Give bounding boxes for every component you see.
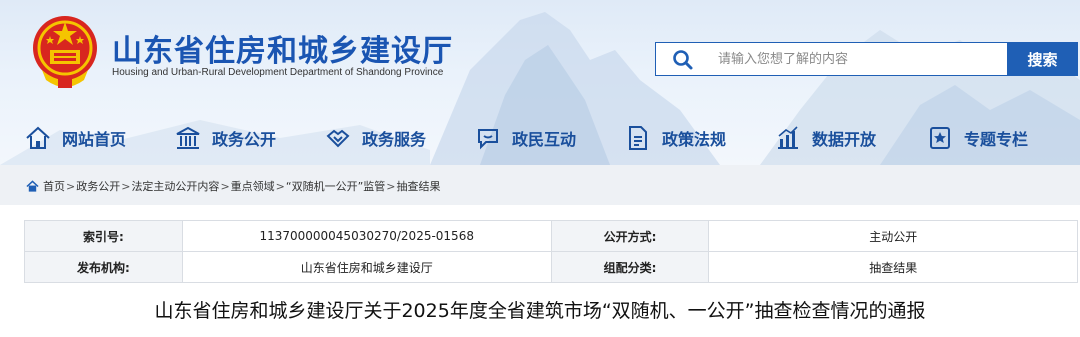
nav-item-label: 政民互动 (512, 130, 577, 149)
breadcrumb-link-results[interactable]: 抽查结果 (397, 178, 441, 194)
nav-item-policies[interactable]: 政策法规 (624, 118, 726, 158)
breadcrumb-separator: > (66, 179, 76, 193)
document-metadata-table: 索引号: 113700000045030270/2025-01568 公开方式:… (24, 220, 1078, 283)
breadcrumb-link-supervision[interactable]: “双随机一公开”监管 (286, 178, 385, 194)
breadcrumb-separator: > (220, 179, 230, 193)
site-title: 山东省住房和城乡建设厅 (112, 34, 453, 69)
category-value: 抽查结果 (708, 251, 1078, 283)
nav-item-home[interactable]: 网站首页 (24, 118, 126, 158)
national-emblem-icon (33, 16, 97, 88)
category-label: 组配分类: (550, 251, 710, 283)
breadcrumb-link-gov-affairs[interactable]: 政务公开 (76, 178, 120, 194)
disclosure-method-value: 主动公开 (708, 220, 1078, 252)
nav-item-topics[interactable]: 专题专栏 (926, 118, 1028, 158)
star-badge-icon (930, 127, 950, 149)
search-button[interactable]: 搜索 (1007, 42, 1078, 76)
home-icon (26, 179, 39, 192)
home-icon (26, 126, 50, 149)
breadcrumb-link-home[interactable]: 首页 (43, 178, 65, 194)
breadcrumb-separator: > (121, 179, 131, 193)
breadcrumb-separator: > (275, 179, 285, 193)
search-box[interactable] (655, 42, 1007, 76)
site-header: 山东省住房和城乡建设厅 Housing and Urban-Rural Deve… (0, 0, 1080, 165)
search-input[interactable] (718, 43, 998, 75)
nav-item-label: 网站首页 (62, 130, 127, 149)
nav-item-label: 政务公开 (212, 130, 277, 149)
chat-icon (478, 129, 498, 150)
nav-item-label: 政策法规 (662, 130, 727, 149)
breadcrumb-separator: > (386, 179, 396, 193)
chart-icon (778, 126, 798, 149)
breadcrumb-bar: 首页 > 政务公开 > 法定主动公开内容 > 重点领域 > “双随机一公开”监管… (0, 165, 1080, 205)
nav-item-open-data[interactable]: 数据开放 (774, 118, 876, 158)
table-row: 发布机构: 山东省住房和城乡建设厅 组配分类: 抽查结果 (24, 251, 1078, 283)
breadcrumb-link-key-areas[interactable]: 重点领域 (231, 178, 275, 194)
main-nav: 网站首页 政务公开 政务服务 政民互动 政策法规 数据开放 专题专栏 (0, 118, 1080, 158)
nav-item-gov-affairs[interactable]: 政务公开 (174, 118, 276, 158)
nav-item-label: 政务服务 (362, 130, 427, 149)
nav-item-interaction[interactable]: 政民互动 (474, 118, 576, 158)
building-icon (176, 126, 200, 149)
publisher-label: 发布机构: (24, 251, 183, 283)
index-number-value: 113700000045030270/2025-01568 (181, 220, 552, 252)
document-title: 山东省住房和城乡建设厅关于2025年度全省建筑市场“双随机、一公开”抽查检查情况… (154, 300, 926, 322)
index-number-label: 索引号: (24, 220, 183, 252)
nav-item-label: 数据开放 (812, 130, 877, 149)
breadcrumb: 首页 > 政务公开 > 法定主动公开内容 > 重点领域 > “双随机一公开”监管… (26, 178, 441, 194)
breadcrumb-link-statutory[interactable]: 法定主动公开内容 (131, 178, 219, 194)
disclosure-method-label: 公开方式: (550, 220, 710, 252)
handshake-icon (326, 129, 350, 148)
publisher-value: 山东省住房和城乡建设厅 (181, 251, 552, 283)
nav-item-label: 专题专栏 (964, 130, 1029, 149)
table-row: 索引号: 113700000045030270/2025-01568 公开方式:… (24, 220, 1078, 252)
site-subtitle: Housing and Urban-Rural Development Depa… (112, 67, 444, 78)
document-icon (629, 126, 647, 150)
search-icon (673, 50, 693, 70)
nav-item-gov-services[interactable]: 政务服务 (324, 118, 426, 158)
